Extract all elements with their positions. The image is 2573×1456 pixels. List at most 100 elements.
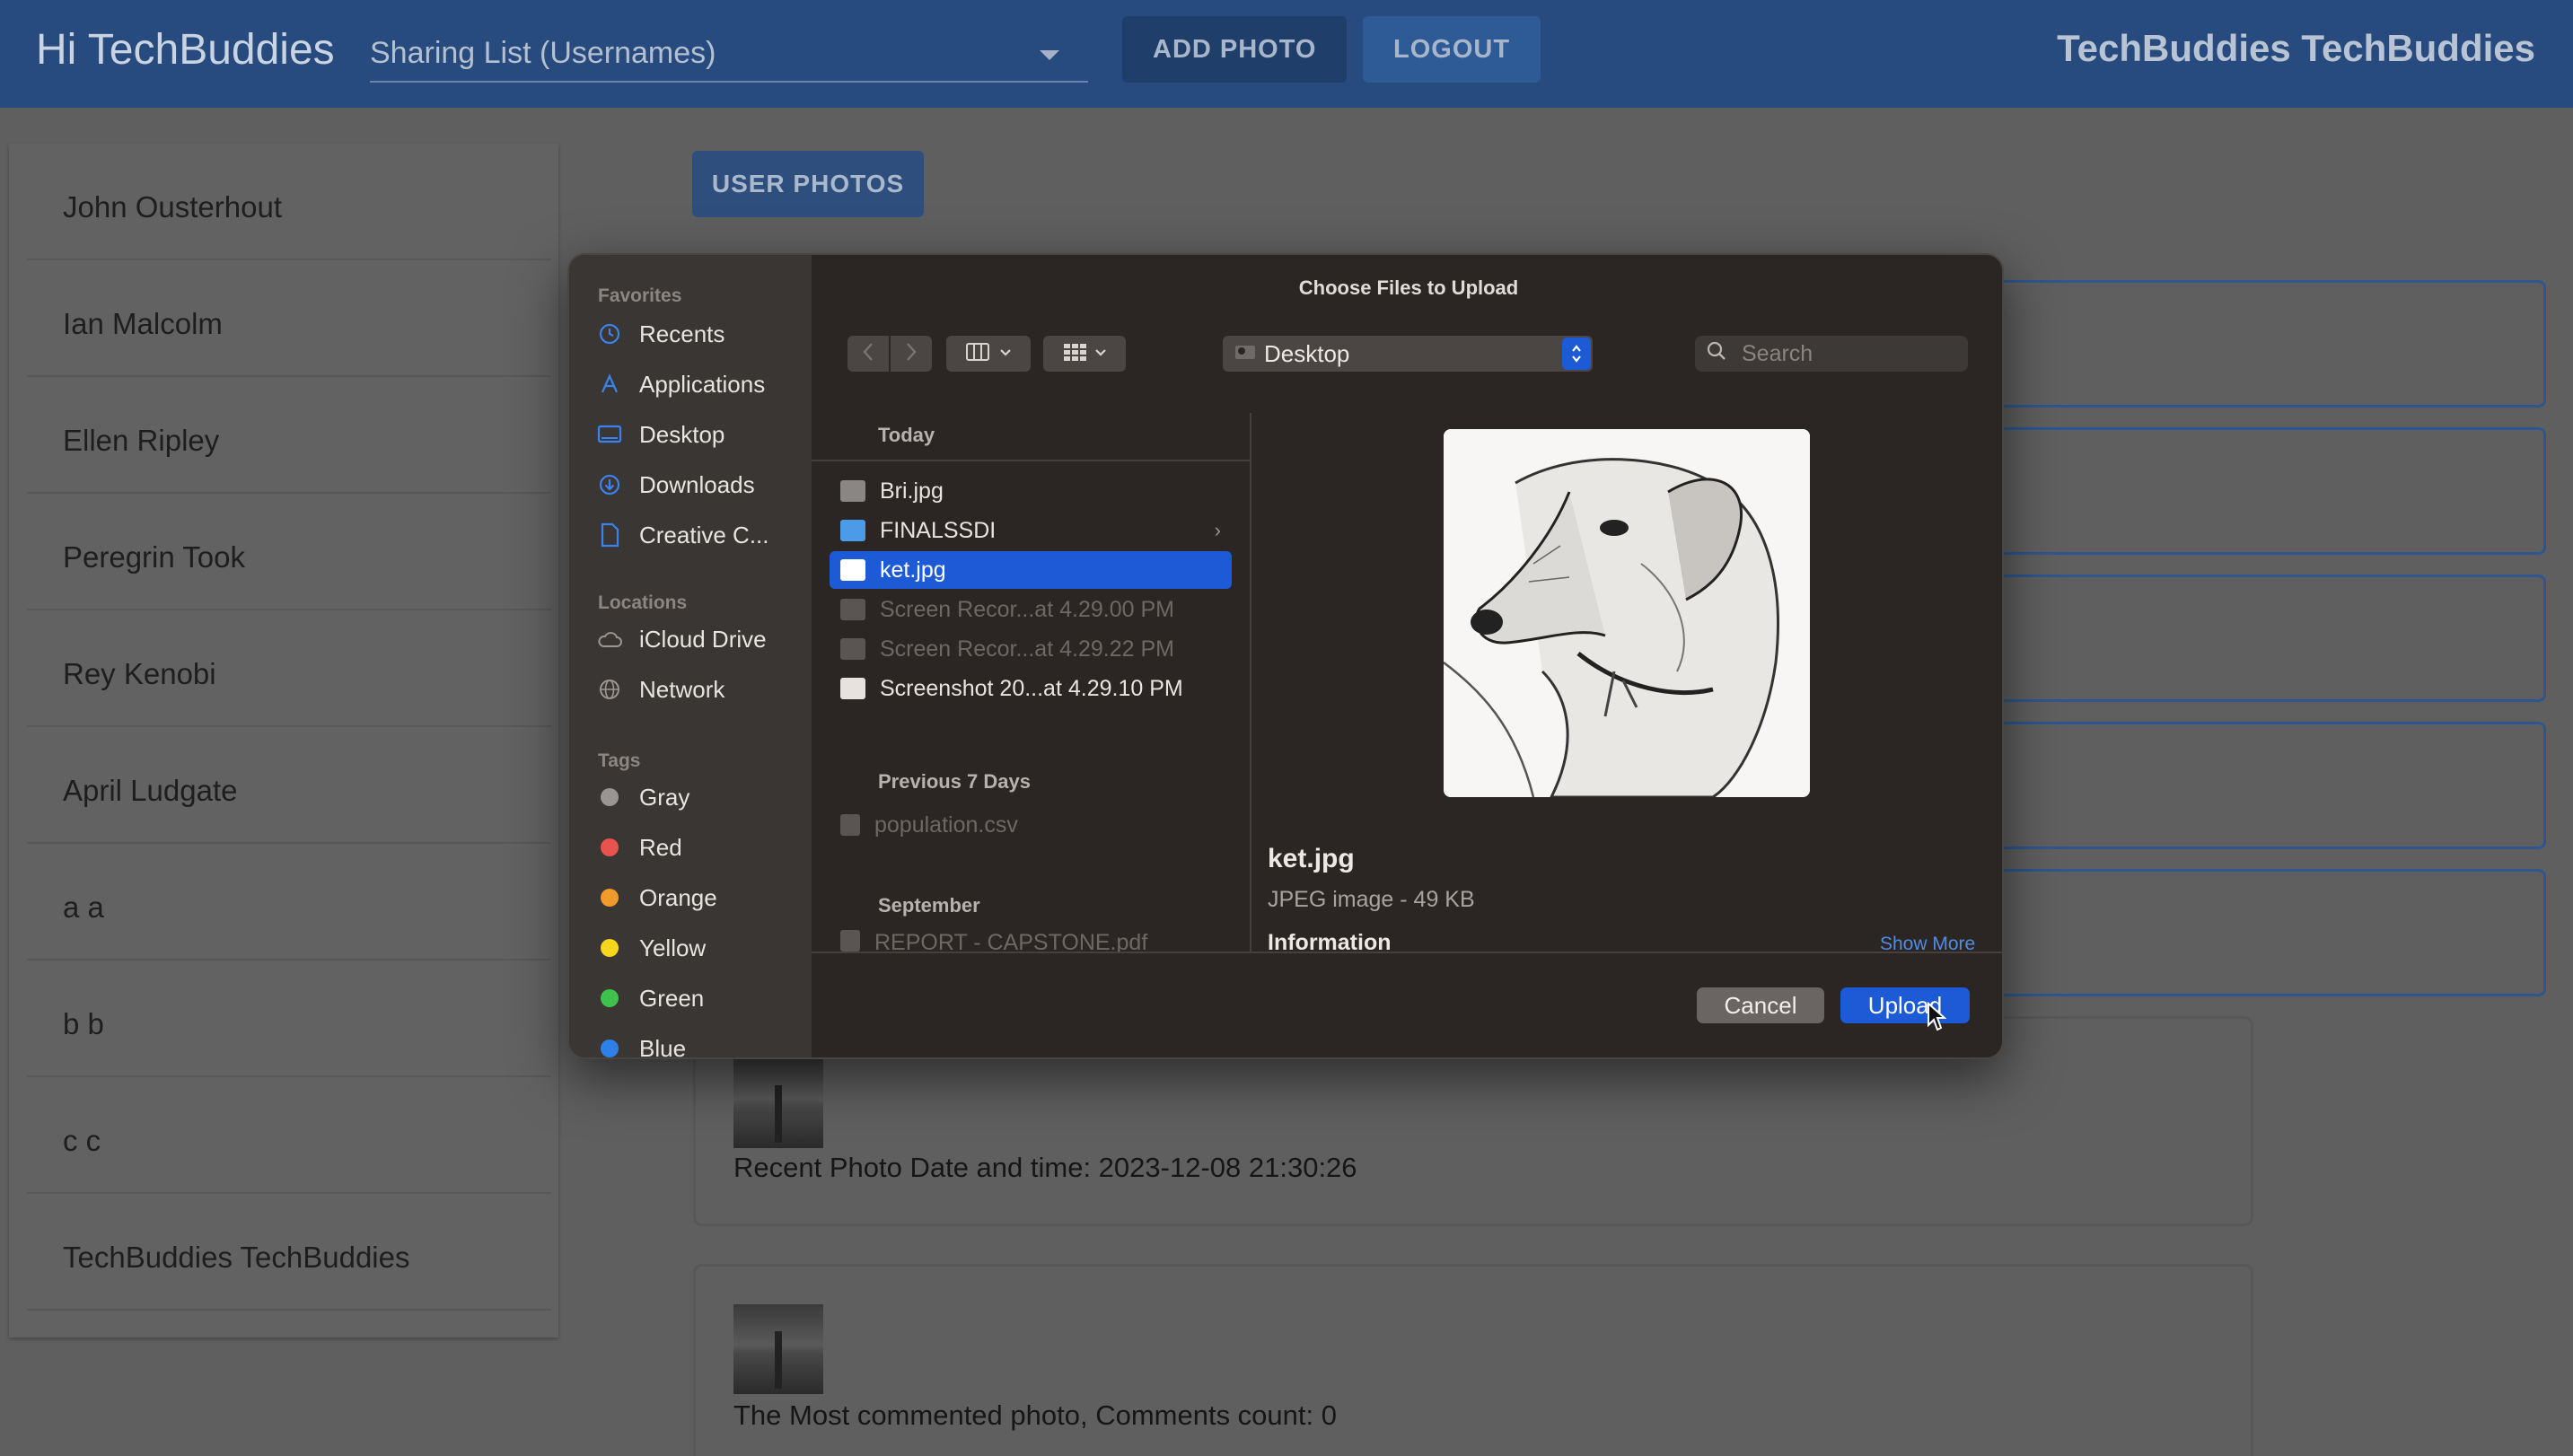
desktop-folder-icon (1234, 342, 1257, 366)
tags-heading: Tags (598, 750, 641, 771)
sidebar-item-label: Network (639, 675, 725, 703)
tag-dot-icon (596, 834, 623, 861)
file-item[interactable]: Bri.jpg (830, 472, 1232, 510)
forward-button[interactable] (891, 336, 932, 372)
user-list-item[interactable]: c c (27, 1077, 551, 1194)
user-list-item[interactable]: Peregrin Took (27, 494, 551, 610)
tag-gray[interactable]: Gray (596, 779, 689, 815)
file-name: FINALSSDI (880, 517, 997, 543)
chevron-down-icon (1040, 50, 1059, 60)
image-file-icon (840, 480, 865, 502)
sidebar-item-label: Downloads (639, 470, 755, 498)
recent-photo-text: Recent Photo Date and time: 2023-12-08 2… (733, 1152, 1357, 1183)
tag-blue[interactable]: Blue (596, 1031, 687, 1059)
sidebar-item-network[interactable]: Network (596, 671, 724, 707)
user-list-item[interactable]: Ian Malcolm (27, 260, 551, 377)
file-item-selected[interactable]: ket.jpg (830, 551, 1232, 589)
file-name: Screenshot 20...at 4.29.10 PM (880, 675, 1183, 701)
image-file-icon (840, 559, 865, 581)
dialog-sidebar: Favorites Recents Applications Desktop D… (569, 255, 812, 1059)
location-popup[interactable]: Desktop (1223, 336, 1593, 372)
photo-card-outline (1975, 869, 2546, 996)
photo-card-outline (1975, 575, 2546, 702)
user-list-item[interactable]: John Ousterhout (27, 144, 551, 260)
chevron-down-icon (1094, 346, 1107, 362)
upload-button[interactable]: Upload (1840, 987, 1970, 1023)
user-photos-button[interactable]: USER PHOTOS (692, 151, 924, 217)
tag-yellow[interactable]: Yellow (596, 930, 706, 966)
user-list-item[interactable]: Ellen Ripley (27, 377, 551, 494)
photo-thumbnail[interactable] (733, 1304, 823, 1394)
file-item[interactable]: Screen Recor...at 4.29.00 PM (830, 591, 1232, 628)
mouse-cursor-icon (1927, 1001, 1947, 1037)
user-list-item[interactable]: Rey Kenobi (27, 610, 551, 727)
footer-divider (812, 952, 2002, 953)
folder-icon (840, 520, 865, 541)
sharing-list-placeholder: Sharing List (Usernames) (370, 36, 716, 70)
file-name: Screen Recor...at 4.29.00 PM (880, 596, 1174, 622)
greeting: Hi TechBuddies (36, 26, 335, 74)
back-button[interactable] (847, 336, 889, 372)
sidebar-item-label: Applications (639, 370, 766, 398)
user-list-item[interactable]: b b (27, 960, 551, 1077)
view-columns-button[interactable] (946, 336, 1031, 372)
tag-label: Gray (639, 783, 690, 811)
photo-card-outline (1975, 427, 2546, 555)
location-label: Desktop (1264, 339, 1350, 367)
favorites-heading: Favorites (598, 285, 682, 306)
sidebar-item-creative-cloud[interactable]: Creative C... (596, 517, 769, 553)
search-placeholder: Search (1742, 340, 1813, 366)
folder-item[interactable]: FINALSSDI › (830, 512, 1232, 549)
tag-red[interactable]: Red (596, 829, 682, 865)
list-header-divider (812, 460, 1250, 461)
document-icon (596, 522, 623, 548)
tag-green[interactable]: Green (596, 980, 704, 1016)
logout-button[interactable]: LOGOUT (1363, 16, 1541, 83)
sidebar-item-applications[interactable]: Applications (596, 366, 765, 402)
group-view-button[interactable] (1043, 336, 1126, 372)
file-item[interactable]: population.csv (830, 806, 1232, 844)
desktop-icon (596, 421, 623, 448)
current-user-name: TechBuddies TechBuddies (2057, 27, 2535, 69)
file-name: Screen Recor...at 4.29.22 PM (880, 636, 1174, 662)
applications-icon (596, 371, 623, 398)
sidebar-item-desktop[interactable]: Desktop (596, 417, 724, 452)
add-photo-button[interactable]: ADD PHOTO (1122, 16, 1348, 83)
file-upload-dialog: Favorites Recents Applications Desktop D… (567, 253, 2004, 1059)
group-previous-7-days: Previous 7 Days (878, 770, 1031, 793)
pdf-file-icon (840, 930, 860, 952)
search-field[interactable]: Search (1695, 336, 1968, 372)
user-list-item[interactable]: a a (27, 844, 551, 960)
group-september: September (878, 894, 980, 917)
photo-card-outline (1975, 280, 2546, 408)
image-file-icon (840, 678, 865, 699)
file-item[interactable]: Screen Recor...at 4.29.22 PM (830, 630, 1232, 668)
user-list-item[interactable]: April Ludgate (27, 727, 551, 844)
sharing-list-select[interactable]: Sharing List (Usernames) (370, 36, 1088, 83)
tag-label: Green (639, 984, 705, 1012)
user-list-item[interactable]: TechBuddies TechBuddies (27, 1194, 551, 1311)
tag-dot-icon (596, 934, 623, 961)
document-icon (840, 814, 860, 836)
file-item[interactable]: Screenshot 20...at 4.29.10 PM (830, 670, 1232, 707)
column-divider (1250, 413, 1251, 952)
sidebar-item-label: Recents (639, 320, 725, 347)
sidebar-item-label: Creative C... (639, 521, 769, 548)
tag-label: Blue (639, 1034, 687, 1059)
cancel-button[interactable]: Cancel (1697, 987, 1824, 1023)
sidebar-item-icloud-drive[interactable]: iCloud Drive (596, 621, 767, 657)
tag-label: Red (639, 833, 682, 861)
sidebar-item-downloads[interactable]: Downloads (596, 467, 755, 503)
chevron-right-icon (905, 342, 918, 366)
dog-sketch-image (1444, 429, 1810, 797)
tag-label: Orange (639, 883, 717, 911)
file-name: REPORT - CAPSTONE.pdf (874, 930, 1148, 952)
tag-dot-icon (596, 1035, 623, 1057)
sidebar-item-recents[interactable]: Recents (596, 316, 724, 352)
clock-icon (596, 320, 623, 347)
tag-orange[interactable]: Orange (596, 880, 717, 916)
file-name: population.csv (874, 811, 1018, 838)
file-item[interactable]: REPORT - CAPSTONE.pdf (830, 930, 1232, 952)
photo-thumbnail[interactable] (733, 1058, 823, 1148)
most-commented-text: The Most commented photo, Comments count… (733, 1399, 1337, 1431)
